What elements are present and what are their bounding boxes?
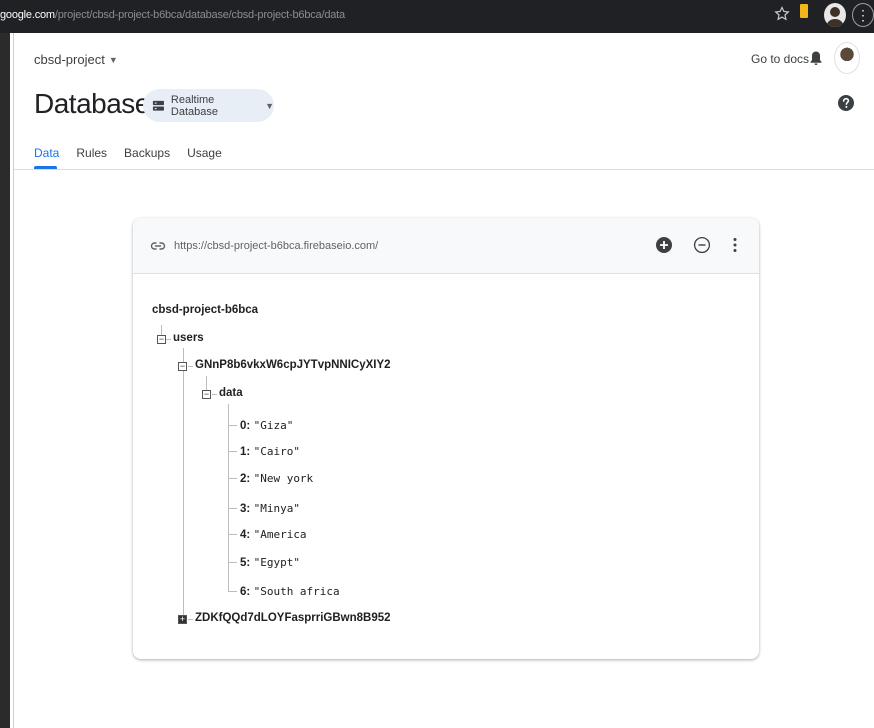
database-selector-label: Realtime Database [170,93,218,118]
tree-connector [183,348,184,616]
add-node-icon[interactable] [655,236,673,254]
browser-profile-avatar[interactable] [824,3,846,27]
card-header: https://cbsd-project-b6bca.firebaseio.co… [133,218,759,274]
browser-menu-icon[interactable]: ⋮ [852,3,874,27]
url-host: google.com [0,9,55,21]
collapse-toggle-icon[interactable]: − [178,362,187,371]
tree-connector [228,508,237,509]
tree-connector [188,366,193,367]
leaf-value: "Cairo" [253,445,300,458]
url-path: /project/cbsd-project-b6bca/database/cbs… [54,9,345,21]
leaf-value: "America [253,528,307,541]
collapse-toggle-icon[interactable]: − [157,335,166,344]
tree-connector [166,339,171,340]
more-vert-icon[interactable] [730,236,740,254]
database-selector[interactable]: Realtime Database ▼ [143,89,274,122]
tree-key-data[interactable]: data [219,387,243,399]
account-avatar[interactable] [834,42,860,74]
project-selector[interactable]: cbsd-project ▼ [34,52,118,67]
project-name: cbsd-project [34,52,105,67]
browser-toolbar: google.com/project/cbsd-project-b6bca/da… [0,0,874,33]
leaf-key: 5: [240,557,251,569]
tree-leaf[interactable]: 1: "Cairo" [240,444,300,458]
window-edge [0,33,10,728]
leaf-value: "New york [253,472,314,485]
tree-connector [212,394,217,395]
data-viewer-card: https://cbsd-project-b6bca.firebaseio.co… [133,218,759,659]
tab-backups[interactable]: Backups [124,146,170,160]
tree-key-user[interactable]: GNnP8b6vkxW6cpJYTvpNNICyXIY2 [195,359,391,371]
page-title: Database [34,88,150,119]
tree-leaf[interactable]: 2: "New york [240,471,313,485]
tree-connector [228,451,237,452]
sidebar-divider [13,33,14,728]
tree-connector [228,478,237,479]
expand-toggle-icon[interactable]: + [178,615,187,624]
link-icon [150,242,166,250]
tree-connector [228,562,237,563]
tree-connector [228,591,237,592]
tree-connector [206,376,207,390]
leaf-key: 4: [240,529,251,541]
tab-data[interactable]: Data [34,146,59,160]
address-bar[interactable]: google.com/project/cbsd-project-b6bca/da… [0,9,345,21]
tab-rules[interactable]: Rules [76,146,107,160]
database-icon [152,100,164,111]
go-to-docs-link[interactable]: Go to docs [751,52,809,66]
collapse-toggle-icon[interactable]: − [202,390,211,399]
chevron-down-icon: ▼ [265,100,274,111]
help-icon[interactable] [837,94,855,112]
leaf-key: 0: [240,420,251,432]
leaf-key: 2: [240,473,251,485]
database-url[interactable]: https://cbsd-project-b6bca.firebaseio.co… [174,240,378,252]
leaf-key: 3: [240,503,251,515]
tabs-divider [14,169,874,170]
tree-leaf[interactable]: 5: "Egypt" [240,555,300,569]
tree-leaf[interactable]: 6: "South africa [240,584,340,598]
chevron-down-icon: ▼ [108,54,118,65]
leaf-value: "Egypt" [253,556,300,569]
leaf-value: "Minya" [253,502,300,515]
extension-icon[interactable] [800,4,808,18]
tree-connector [228,534,237,535]
bell-icon[interactable] [808,50,824,66]
tree-key-users[interactable]: users [173,332,204,344]
tree-root-key[interactable]: cbsd-project-b6bca [152,304,258,316]
star-icon[interactable] [774,6,790,22]
remove-node-icon[interactable] [693,236,711,254]
tree-connector [188,619,193,620]
tree-key-user[interactable]: ZDKfQQd7dLOYFasprriGBwn8B952 [195,612,391,624]
tab-bar: Data Rules Backups Usage [34,146,239,160]
tree-leaf[interactable]: 0: "Giza" [240,418,293,432]
tree-connector [228,425,237,426]
leaf-key: 1: [240,446,251,458]
leaf-value: "Giza" [253,419,294,432]
tree-leaf[interactable]: 3: "Minya" [240,501,300,515]
leaf-value: "South africa [253,585,340,598]
tree-leaf[interactable]: 4: "America [240,527,307,541]
tab-usage[interactable]: Usage [187,146,222,160]
leaf-key: 6: [240,586,251,598]
